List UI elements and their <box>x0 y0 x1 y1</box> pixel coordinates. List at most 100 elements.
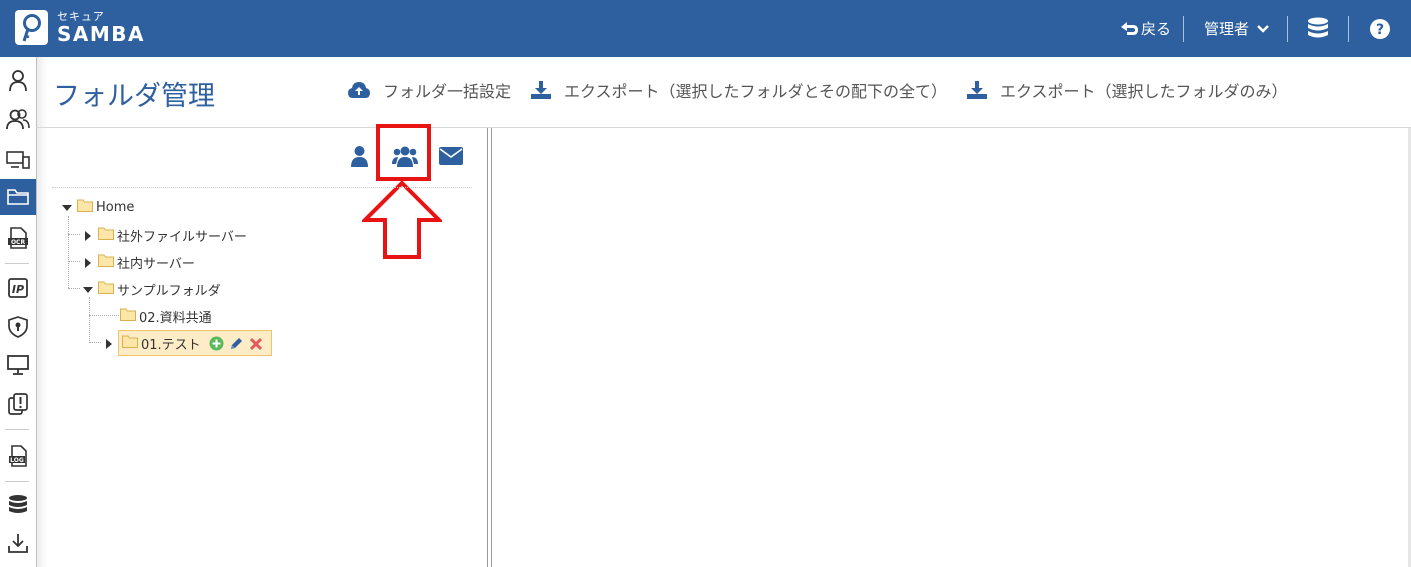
pane-resizer[interactable] <box>487 128 492 567</box>
tree-node-label: 社外ファイルサーバー <box>117 230 247 245</box>
tree-node-sample[interactable]: サンプルフォルダ <box>82 280 221 299</box>
folder-icon <box>98 254 114 271</box>
tree-connector <box>68 234 80 235</box>
delete-icon[interactable] <box>249 337 263 351</box>
key-logo-icon <box>15 10 48 45</box>
sidebar-divider <box>5 263 29 264</box>
top-bar: セキュア SAMBA 戻る 管理者 ? <box>0 0 1411 57</box>
tree-node-label: Home <box>96 200 135 215</box>
up-arrow-annotation <box>362 180 442 259</box>
tree-connector <box>89 315 119 316</box>
folder-icon <box>122 335 138 352</box>
svg-text:?: ? <box>1376 22 1384 38</box>
tree-node-child1[interactable]: 02.資料共通 <box>116 307 212 326</box>
sidebar-item-devices[interactable] <box>0 143 36 177</box>
add-icon[interactable] <box>209 336 224 351</box>
sidebar-item-security[interactable] <box>0 310 36 344</box>
caret-right-icon[interactable] <box>103 338 115 349</box>
logo-subtitle: セキュア <box>57 10 105 23</box>
help-button[interactable]: ? <box>1349 0 1411 57</box>
return-icon <box>1120 21 1138 35</box>
tree-connector <box>89 342 101 343</box>
user-icon <box>351 146 368 167</box>
bulk-settings-label: フォルダ一括設定 <box>383 82 512 101</box>
export-all-label: エクスポート（選択したフォルダとその配下の全て） <box>564 82 948 101</box>
ocr-icon: OCR <box>8 227 28 249</box>
database-icon <box>1308 17 1328 37</box>
caret-down-icon[interactable] <box>82 286 94 293</box>
sidebar-item-alerts[interactable] <box>0 387 36 421</box>
caret-down-icon[interactable] <box>61 204 73 211</box>
admin-menu[interactable]: 管理者 <box>1184 0 1287 57</box>
edit-icon[interactable] <box>229 336 244 351</box>
logo-title: SAMBA <box>57 22 146 46</box>
tree-node-label: サンプルフォルダ <box>117 284 221 299</box>
highlight-box <box>376 124 431 181</box>
download-icon <box>967 81 987 99</box>
tree-connector <box>89 297 90 343</box>
tree-node-internal[interactable]: 社内サーバー <box>82 253 195 272</box>
back-label: 戻る <box>1140 20 1171 38</box>
caret-right-icon[interactable] <box>82 230 94 241</box>
sidebar-divider <box>5 481 29 482</box>
back-button[interactable]: 戻る <box>1119 0 1183 57</box>
svg-text:IP: IP <box>12 283 24 296</box>
ip-icon: IP <box>8 278 28 298</box>
shield-lock-icon <box>8 316 28 338</box>
devices-icon <box>6 151 30 169</box>
tree-connector <box>68 288 80 289</box>
tree-node-external[interactable]: 社外ファイルサーバー <box>82 226 247 245</box>
folder-icon <box>77 199 93 216</box>
chevron-down-icon <box>1257 24 1269 33</box>
mail-permission-button[interactable] <box>439 147 463 169</box>
tree-node-label: 社内サーバー <box>117 257 195 272</box>
tree-node-home[interactable]: Home <box>61 199 134 216</box>
envelope-icon <box>439 147 463 165</box>
database-button[interactable] <box>1288 0 1348 57</box>
sidebar-item-groups[interactable] <box>0 103 36 137</box>
tree-top-divider <box>52 187 472 188</box>
sidebar-item-monitor[interactable] <box>0 348 36 382</box>
logo[interactable]: セキュア SAMBA <box>15 10 145 45</box>
folder-icon <box>98 227 114 244</box>
user-permission-button[interactable] <box>351 144 368 172</box>
sidebar-divider <box>5 429 29 430</box>
tree-node-label: 01.テスト <box>141 338 201 353</box>
sidebar-item-ip[interactable]: IP <box>0 271 36 305</box>
folder-icon <box>98 281 114 298</box>
page-title: フォルダ管理 <box>53 81 215 112</box>
export-only-button[interactable]: エクスポート（選択したフォルダのみ） <box>966 78 1288 102</box>
download-icon <box>531 81 551 99</box>
svg-text:OCR: OCR <box>11 239 26 246</box>
download-icon <box>8 534 28 553</box>
folder-icon <box>7 189 29 205</box>
sidebar-item-ocr[interactable]: OCR <box>0 221 36 255</box>
cloud-upload-icon <box>348 82 370 98</box>
tree-connector <box>68 261 80 262</box>
caret-right-icon[interactable] <box>82 257 94 268</box>
log-icon: LOG <box>9 445 27 467</box>
tree-connector <box>68 216 69 288</box>
svg-text:LOG: LOG <box>10 457 24 464</box>
folder-icon <box>120 308 136 325</box>
bulk-settings-button[interactable]: フォルダ一括設定 <box>347 78 511 102</box>
monitor-icon <box>7 355 29 375</box>
sidebar-item-database[interactable] <box>0 488 36 522</box>
tree-node-label: 02.資料共通 <box>139 311 212 326</box>
header-divider <box>36 127 1411 128</box>
help-icon: ? <box>1370 18 1390 39</box>
tree-node-child2[interactable]: 01.テスト <box>103 334 263 353</box>
sidebar: OCR IP LOG <box>0 57 37 567</box>
admin-label: 管理者 <box>1203 20 1249 38</box>
sidebar-item-folders[interactable] <box>0 179 36 215</box>
export-all-button[interactable]: エクスポート（選択したフォルダとその配下の全て） <box>530 78 947 102</box>
users-icon <box>6 109 30 130</box>
sidebar-item-users[interactable] <box>0 64 36 98</box>
database-icon <box>9 495 27 513</box>
sidebar-shadow <box>36 57 48 567</box>
user-icon <box>9 70 27 92</box>
sidebar-item-download[interactable] <box>0 526 36 560</box>
sidebar-item-logs[interactable]: LOG <box>0 439 36 473</box>
alert-copy-icon <box>8 393 28 415</box>
export-only-label: エクスポート（選択したフォルダのみ） <box>1000 82 1288 101</box>
